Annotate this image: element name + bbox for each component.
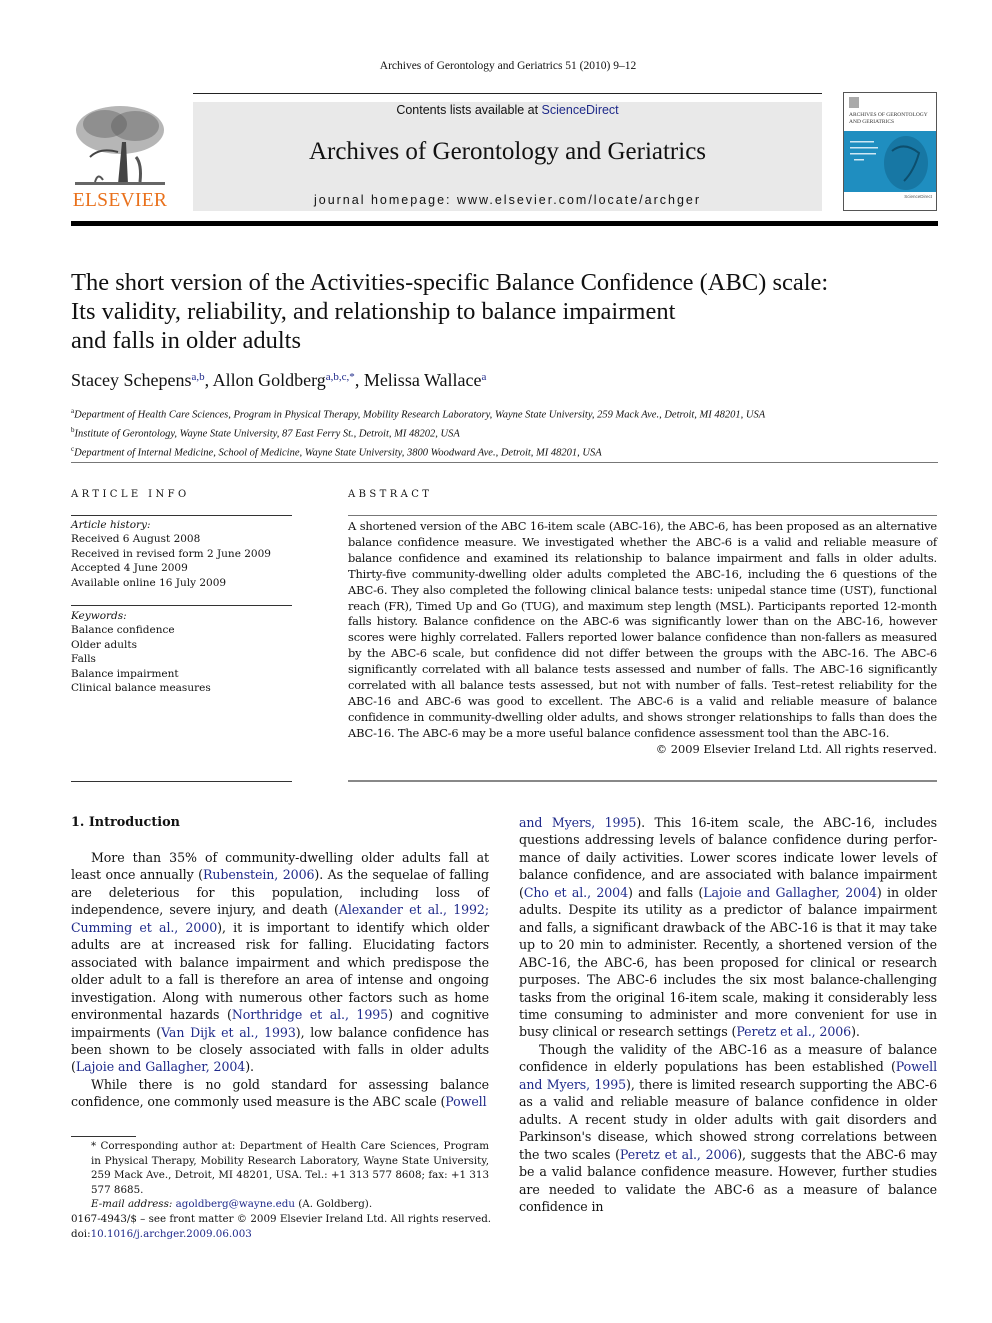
email-link[interactable]: agoldberg@wayne.edu [176,1198,295,1210]
running-head: Archives of Gerontology and Geriatrics 5… [379,60,637,72]
history-item: Received 6 August 2008 [71,533,201,546]
article-info-end-rule [71,781,292,782]
keywords: Keywords: Balance confidence Older adult… [71,609,292,695]
abstract-text: A shortened version of the ABC 16-item s… [348,519,937,740]
author-affil-marker[interactable]: a,b,c,* [326,371,355,383]
cover-title: ARCHIVES OF GERONTOLOGY AND GERIATRICS [849,112,928,125]
keyword-item: Balance impairment [71,667,179,680]
cover-logo-icon [849,97,859,108]
keyword-item: Balance confidence [71,624,175,637]
issn-doi: 0167-4943/$ – see front matter © 2009 El… [71,1212,511,1241]
elsevier-wordmark: ELSEVIER [72,190,168,211]
keyword-item: Clinical balance measures [71,682,211,695]
cover-image [844,131,936,192]
sciencedirect-link[interactable]: ScienceDirect [542,103,619,117]
citation-link[interactable]: Peretz et al., 2006 [736,1024,851,1039]
article-info-label: ARTICLE INFO [71,489,190,500]
citation-link[interactable]: Powell [445,1094,486,1109]
cover-footer: ScienceDirect [904,194,932,199]
affiliation-item: cDepartment of Internal Medicine, School… [71,445,602,459]
issn-line: 0167-4943/$ – see front matter © 2009 El… [71,1213,492,1225]
article-info-rule [71,515,292,516]
author-name[interactable]: Stacey Schepens [71,370,191,390]
keywords-rule [71,605,292,606]
journal-title: Archives of Gerontology and Geriatrics [308,138,707,165]
history-item: Received in revised form 2 June 2009 [71,547,271,560]
corresponding-author-footnote: * Corresponding author at: Department of… [91,1140,489,1211]
elsevier-logo[interactable]: ELSEVIER [70,100,170,215]
doi-link[interactable]: 10.1016/j.archger.2009.06.003 [91,1228,252,1240]
article-history: Article history: Received 6 August 2008 … [71,518,292,590]
elsevier-tree-icon [70,102,170,190]
author-list: Stacey Schepensa,b, Allon Goldberga,b,c,… [71,370,487,390]
abstract-end-rule [348,780,937,782]
contents-line: Contents lists available at ScienceDirec… [396,103,619,117]
citation-link[interactable]: Lajoie and Gallagher, 2004 [76,1059,245,1074]
section-divider [71,462,938,463]
author-name[interactable]: Allon Goldberg [213,370,326,390]
abstract-rule [348,515,937,516]
citation-link[interactable]: Lajoie and Gallagher, 2004 [703,885,877,900]
section-heading-introduction: 1. Introduction [71,815,180,830]
paragraph: and Myers, 1995). This 16-item scale, th… [519,815,937,1040]
history-item: Available online 16 July 2009 [71,576,227,589]
footnote-rule [71,1136,136,1137]
citation-link[interactable]: Cho et al., 2004 [524,885,628,900]
body-column-right: and Myers, 1995). This 16-item scale, th… [519,814,937,1215]
cover-portrait-icon [850,136,928,190]
citation-link[interactable]: Rubenstein, 2006 [203,867,315,882]
citation-link[interactable]: Van Dijk et al., 1993 [161,1025,296,1040]
keyword-item: Older adults [71,638,137,651]
journal-cover-thumbnail[interactable]: ARCHIVES OF GERONTOLOGY AND GERIATRICS S… [843,92,937,211]
affiliation-item: bInstitute of Gerontology, Wayne State U… [71,426,460,440]
journal-homepage[interactable]: journal homepage: www.elsevier.com/locat… [193,193,822,207]
citation-link[interactable]: Peretz et al., 2006 [620,1147,737,1162]
author-affil-marker[interactable]: a [482,371,487,383]
body-column-left: More than 35% of community-dwelling olde… [71,849,489,1111]
header-rule [193,93,822,94]
article-title: The short version of the Activities-spec… [71,269,829,354]
paragraph: Though the validity of the ABC-16 as a m… [519,1041,938,1214]
citation-link[interactable]: Northridge et al., 1995 [232,1007,388,1022]
citation-link[interactable]: and Myers, 1995 [519,815,636,830]
journal-banner: Contents lists available at ScienceDirec… [193,102,822,211]
affiliation-item: aDepartment of Health Care Sciences, Pro… [71,407,766,421]
paragraph: While there is no gold standard for asse… [71,1076,489,1110]
keyword-item: Falls [71,653,96,666]
paragraph: More than 35% of community-dwelling olde… [71,850,490,1075]
affiliations: aDepartment of Health Care Sciences, Pro… [71,404,765,461]
history-item: Accepted 4 June 2009 [71,562,188,575]
abstract-copyright: © 2009 Elsevier Ireland Ltd. All rights … [655,742,937,756]
abstract-label: ABSTRACT [348,489,433,500]
author-affil-marker[interactable]: a,b [191,371,204,383]
header-thick-rule [71,221,938,226]
author-name[interactable]: Melissa Wallace [364,370,482,390]
